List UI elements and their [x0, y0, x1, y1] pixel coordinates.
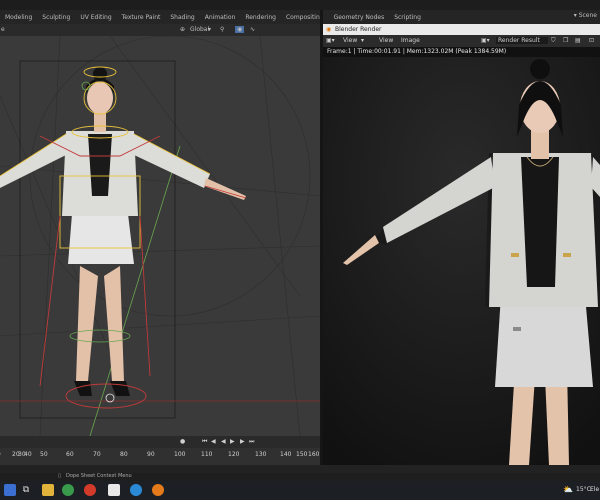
- timeline-scrollbar[interactable]: [0, 465, 600, 473]
- pin-icon[interactable]: ⊡: [589, 37, 594, 44]
- frame-tick: 140: [280, 451, 292, 458]
- tab-geometry-nodes[interactable]: Geometry Nodes: [329, 14, 390, 21]
- jump-start-icon[interactable]: ⏮: [202, 438, 207, 446]
- step-back-icon[interactable]: ◀: [211, 438, 216, 445]
- tab-texture-paint[interactable]: Texture Paint: [117, 14, 166, 21]
- scene-selector[interactable]: ▾ Scene: [574, 12, 597, 19]
- chevron-down-icon: ▾: [361, 37, 365, 44]
- scene-name: Scene: [578, 12, 597, 19]
- open-image-icon[interactable]: ▤: [575, 37, 581, 44]
- file-explorer-icon[interactable]: [42, 484, 54, 496]
- render-result-image: [323, 57, 600, 465]
- weather-icon[interactable]: ⛅: [563, 485, 573, 494]
- chrome-icon[interactable]: [62, 484, 74, 496]
- frame-tick: 80: [120, 451, 128, 458]
- status-bar: ▯ Dope Sheet Context Menu: [0, 473, 600, 481]
- transform-orientation-dropdown[interactable]: Global: [190, 26, 209, 33]
- frame-tick: 70: [93, 451, 101, 458]
- image-menu[interactable]: Image: [401, 37, 420, 44]
- blender-logo-icon: ◉: [326, 26, 332, 33]
- frame-tick: 160: [308, 451, 320, 458]
- taskbar: ⧉ ⛅ 15°C Ele: [0, 481, 600, 500]
- status-hint: Dope Sheet Context Menu: [66, 473, 132, 479]
- language-indicator[interactable]: Ele: [590, 486, 599, 493]
- chevron-down-icon: ▾: [208, 26, 212, 33]
- timeline-ruler[interactable]: 10 20 30 40 50 60 70 80 90 100 110 120 1…: [0, 448, 320, 465]
- workspace-tabs: Modeling Sculpting UV Editing Texture Pa…: [0, 10, 600, 24]
- proportional-editing-icon[interactable]: ◉: [235, 26, 245, 33]
- tab-uv-editing[interactable]: UV Editing: [75, 14, 116, 21]
- snap-icon[interactable]: ⚲: [220, 26, 224, 33]
- new-image-icon[interactable]: ❐: [563, 37, 568, 44]
- transform-orientation-icon: ⊕: [180, 26, 186, 33]
- play-reverse-icon[interactable]: ◀: [221, 438, 226, 445]
- opera-icon[interactable]: [84, 484, 96, 496]
- task-view-icon[interactable]: ⧉: [20, 484, 32, 496]
- photos-icon[interactable]: [108, 484, 120, 496]
- frame-tick: 110: [201, 451, 213, 458]
- viewport-scene: [0, 36, 320, 436]
- weather-temperature: 15°C: [576, 486, 591, 493]
- frame-tick: 60: [66, 451, 74, 458]
- tab-modeling[interactable]: Modeling: [0, 14, 37, 21]
- frame-tick: 50: [40, 451, 48, 458]
- render-window-titlebar: ◉ Blender Render: [323, 24, 600, 35]
- blender-taskbar-icon[interactable]: [152, 484, 164, 496]
- tab-shading[interactable]: Shading: [165, 14, 199, 21]
- mouse-icon: ▯: [58, 473, 61, 479]
- record-icon[interactable]: ●: [180, 438, 185, 445]
- frame-tick: 90: [147, 451, 155, 458]
- frame-tick: 150: [296, 451, 308, 458]
- render-stats: Frame:1 | Time:00:01.91 | Mem:1323.02M (…: [327, 48, 507, 55]
- tab-scripting[interactable]: Scripting: [389, 14, 426, 21]
- fake-user-icon[interactable]: ⛉: [551, 37, 556, 45]
- image-name-field[interactable]: Render Result: [496, 37, 548, 44]
- tab-animation[interactable]: Animation: [200, 14, 241, 21]
- tab-sculpting[interactable]: Sculpting: [37, 14, 75, 21]
- step-forward-icon[interactable]: ▶: [240, 438, 245, 445]
- view-mode-dropdown[interactable]: View: [343, 37, 357, 44]
- render-window-header: ▣▾ View ▾ View Image ▣▾ Render Result ⛉ …: [323, 35, 600, 47]
- frame-tick: 40: [24, 451, 32, 458]
- image-browse-icon[interactable]: ▣▾: [481, 37, 490, 44]
- mode-menu[interactable]: e: [1, 26, 5, 33]
- frame-tick: 120: [228, 451, 240, 458]
- editor-type-icon[interactable]: ▣▾: [326, 37, 335, 44]
- playback-bar: ● ⏮ ◀ ◀ ▶ ▶ ⏭: [0, 436, 320, 448]
- tab-rendering[interactable]: Rendering: [240, 14, 281, 21]
- frame-tick: 100: [174, 451, 186, 458]
- frame-tick: 10: [0, 451, 1, 458]
- frame-tick: 130: [255, 451, 267, 458]
- start-icon[interactable]: [4, 484, 16, 496]
- falloff-icon[interactable]: ∿: [250, 26, 255, 33]
- viewport-header: e ⊕ Global ▾ ⚲ ◉ ∿: [0, 24, 320, 36]
- jump-end-icon[interactable]: ⏭: [249, 438, 254, 446]
- render-window-title: Blender Render: [335, 26, 382, 33]
- render-info-bar: Frame:1 | Time:00:01.91 | Mem:1323.02M (…: [323, 47, 600, 57]
- rendered-character: [323, 57, 600, 465]
- app-c-icon[interactable]: [130, 484, 142, 496]
- 3d-viewport[interactable]: [0, 36, 320, 436]
- play-icon[interactable]: ▶: [230, 438, 235, 445]
- view-menu[interactable]: View: [379, 37, 393, 44]
